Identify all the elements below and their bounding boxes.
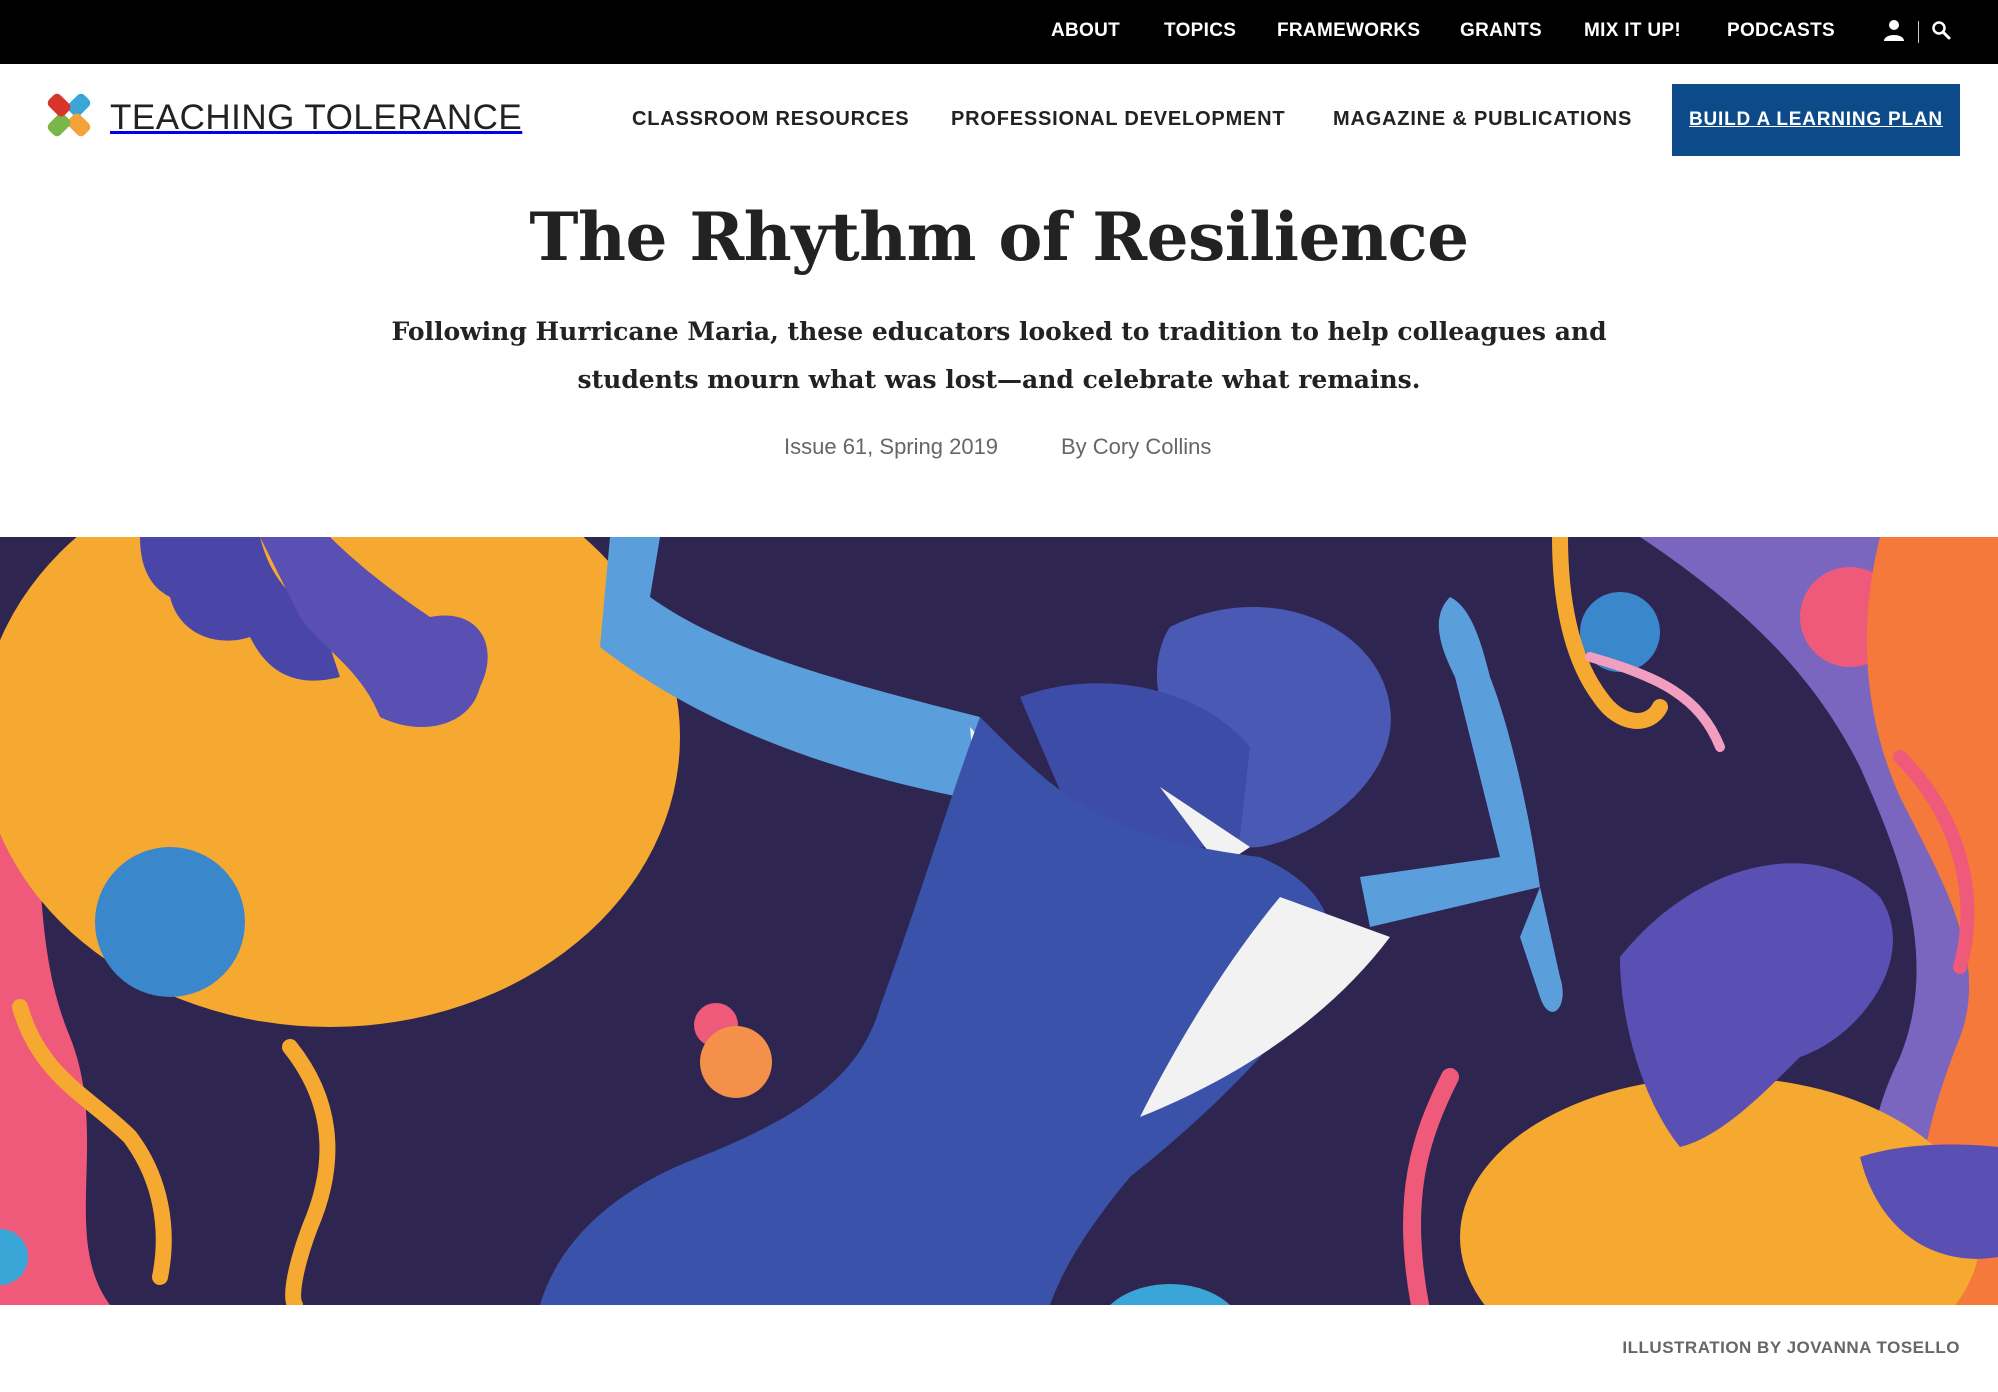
nav-link-podcasts[interactable]: PODCASTS <box>1727 20 1835 42</box>
nav-link-grants[interactable]: GRANTS <box>1460 20 1542 42</box>
user-icon[interactable] <box>1882 18 1906 47</box>
logo-wordmark: TEACHING TOLERANCE <box>110 97 523 137</box>
utility-icons <box>1882 12 1951 52</box>
search-icon[interactable] <box>1931 20 1951 45</box>
utility-divider <box>1918 21 1919 43</box>
byline: By Cory Collins <box>1061 434 1212 459</box>
hero-illustration <box>0 537 1998 1305</box>
nav-link-about[interactable]: ABOUT <box>1051 20 1120 42</box>
utility-bar: ABOUT TOPICS FRAMEWORKS GRANTS MIX IT UP… <box>0 0 1998 64</box>
build-learning-plan-button[interactable]: BUILD A LEARNING PLAN <box>1672 84 1960 156</box>
image-credit: ILLUSTRATION BY JOVANNA TOSELLO <box>1622 1338 1960 1357</box>
article-meta: Issue 61, Spring 2019 By Cory Collins <box>0 434 1998 464</box>
article-title: The Rhythm of Resilience <box>529 198 1469 276</box>
nav-link-frameworks[interactable]: FRAMEWORKS <box>1277 20 1420 42</box>
dancer-illustration <box>0 537 1998 1305</box>
site-header: TEACHING TOLERANCE CLASSROOM RESOURCES P… <box>0 64 1998 174</box>
article-dek: Following Hurricane Maria, these educato… <box>391 317 1607 394</box>
nav-magazine-publications[interactable]: MAGAZINE & PUBLICATIONS <box>1333 108 1632 131</box>
nav-professional-development[interactable]: PROFESSIONAL DEVELOPMENT <box>951 108 1285 131</box>
nav-classroom-resources[interactable]: CLASSROOM RESOURCES <box>632 108 909 131</box>
nav-link-mix-it-up[interactable]: MIX IT UP! <box>1584 20 1681 42</box>
nav-link-topics[interactable]: TOPICS <box>1164 20 1236 42</box>
site-logo[interactable]: TEACHING TOLERANCE <box>38 84 522 151</box>
issue-label: Issue 61, Spring 2019 <box>784 434 999 459</box>
logo-hands-icon <box>38 84 100 151</box>
